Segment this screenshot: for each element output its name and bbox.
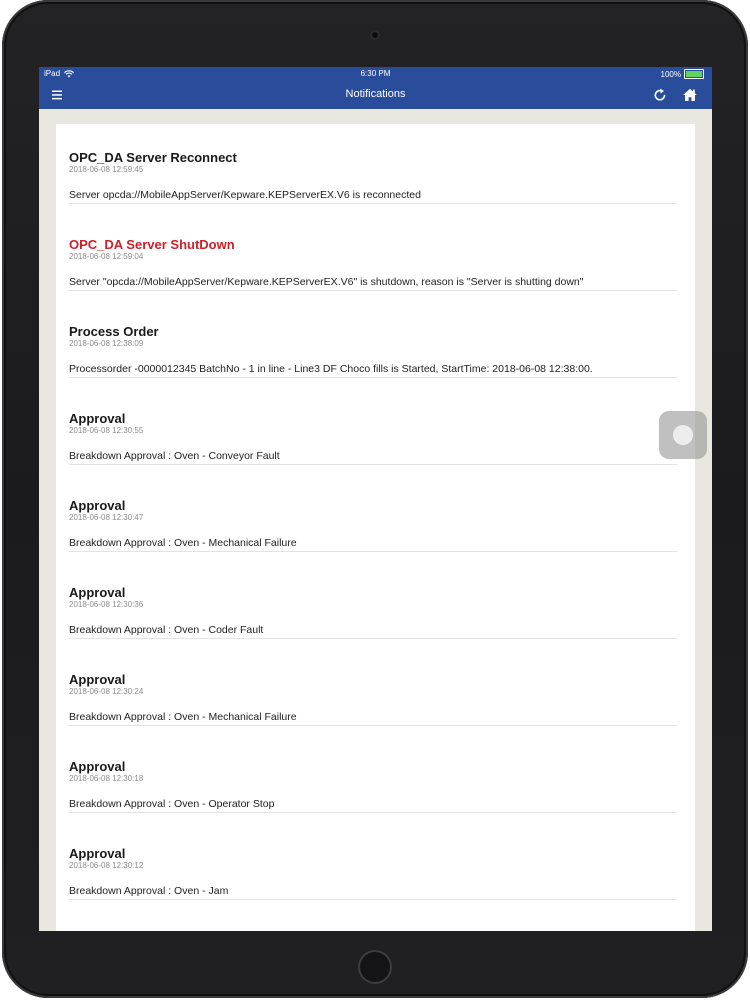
notification-list: OPC_DA Server Reconnect 2018-06-08 12:59… [56, 124, 695, 931]
notification-item[interactable]: Process Order 2018-06-08 12:38:09 Proces… [69, 324, 677, 378]
notification-item[interactable]: Approval 2018-06-08 12:30:12 Breakdown A… [69, 846, 677, 900]
notification-message: Breakdown Approval : Oven - Coder Fault [69, 624, 677, 639]
ipad-device: iPad 6:30 PM 100% Notifications OPC_DA S… [0, 0, 750, 1000]
notification-item[interactable]: Approval 2018-06-08 12:30:18 Breakdown A… [69, 759, 677, 813]
notification-item[interactable]: Approval 2018-06-08 12:30:55 Breakdown A… [69, 411, 677, 465]
status-right: 100% [661, 69, 704, 79]
notification-item[interactable]: OPC_DA Server Reconnect 2018-06-08 12:59… [69, 150, 677, 204]
notification-message: Server opcda://MobileAppServer/Kepware.K… [69, 189, 677, 204]
notification-title: Approval [69, 672, 126, 687]
refresh-icon[interactable] [652, 87, 668, 103]
status-bar: iPad 6:30 PM 100% [39, 67, 712, 81]
notification-timestamp: 2018-06-08 12:30:47 [69, 513, 144, 522]
notification-title: Approval [69, 585, 126, 600]
battery-percent: 100% [660, 69, 681, 79]
notification-title: OPC_DA Server Reconnect [69, 150, 237, 165]
notification-message: Breakdown Approval : Oven - Operator Sto… [69, 798, 677, 813]
battery-level-fill [686, 71, 702, 77]
notification-timestamp: 2018-06-08 12:30:12 [69, 861, 144, 870]
notification-item[interactable]: Approval 2018-06-08 12:30:36 Breakdown A… [69, 585, 677, 639]
notification-item[interactable]: Approval 2018-06-08 12:30:24 Breakdown A… [69, 672, 677, 726]
notification-timestamp: 2018-06-08 12:30:55 [69, 426, 144, 435]
assistive-touch-icon [673, 425, 693, 445]
notification-title: OPC_DA Server ShutDown [69, 237, 235, 252]
notification-title: Approval [69, 846, 126, 861]
notification-timestamp: 2018-06-08 12:30:36 [69, 600, 144, 609]
navigation-bar: Notifications [39, 81, 712, 109]
hardware-home-button[interactable] [358, 950, 392, 984]
notification-title: Approval [69, 411, 126, 426]
home-icon[interactable] [682, 87, 698, 103]
app-screen: iPad 6:30 PM 100% Notifications OPC_DA S… [39, 67, 712, 931]
notification-timestamp: 2018-06-08 12:30:18 [69, 774, 144, 783]
notification-timestamp: 2018-06-08 12:59:04 [69, 252, 144, 261]
notification-item[interactable]: Approval 2018-06-08 12:30:47 Breakdown A… [69, 498, 677, 552]
notification-timestamp: 2018-06-08 12:38:09 [69, 339, 144, 348]
notification-message: Breakdown Approval : Oven - Mechanical F… [69, 537, 677, 552]
notification-item[interactable]: OPC_DA Server ShutDown 2018-06-08 12:59:… [69, 237, 677, 291]
front-camera [370, 30, 380, 40]
notification-message: Server "opcda://MobileAppServer/Kepware.… [69, 276, 677, 291]
notification-message: Processorder -0000012345 BatchNo - 1 in … [69, 363, 677, 378]
notification-title: Approval [69, 759, 126, 774]
page-title: Notifications [345, 88, 406, 100]
notification-title: Approval [69, 498, 126, 513]
notification-timestamp: 2018-06-08 12:59:45 [69, 165, 144, 174]
notification-message: Breakdown Approval : Oven - Jam [69, 885, 677, 900]
notification-message: Breakdown Approval : Oven - Conveyor Fau… [69, 450, 677, 465]
assistive-touch-button[interactable] [659, 411, 707, 459]
notification-message: Breakdown Approval : Oven - Mechanical F… [69, 711, 677, 726]
battery-icon [684, 69, 704, 79]
notification-title: Process Order [69, 324, 159, 339]
notification-timestamp: 2018-06-08 12:30:24 [69, 687, 144, 696]
status-time: 6:30 PM [360, 69, 391, 78]
